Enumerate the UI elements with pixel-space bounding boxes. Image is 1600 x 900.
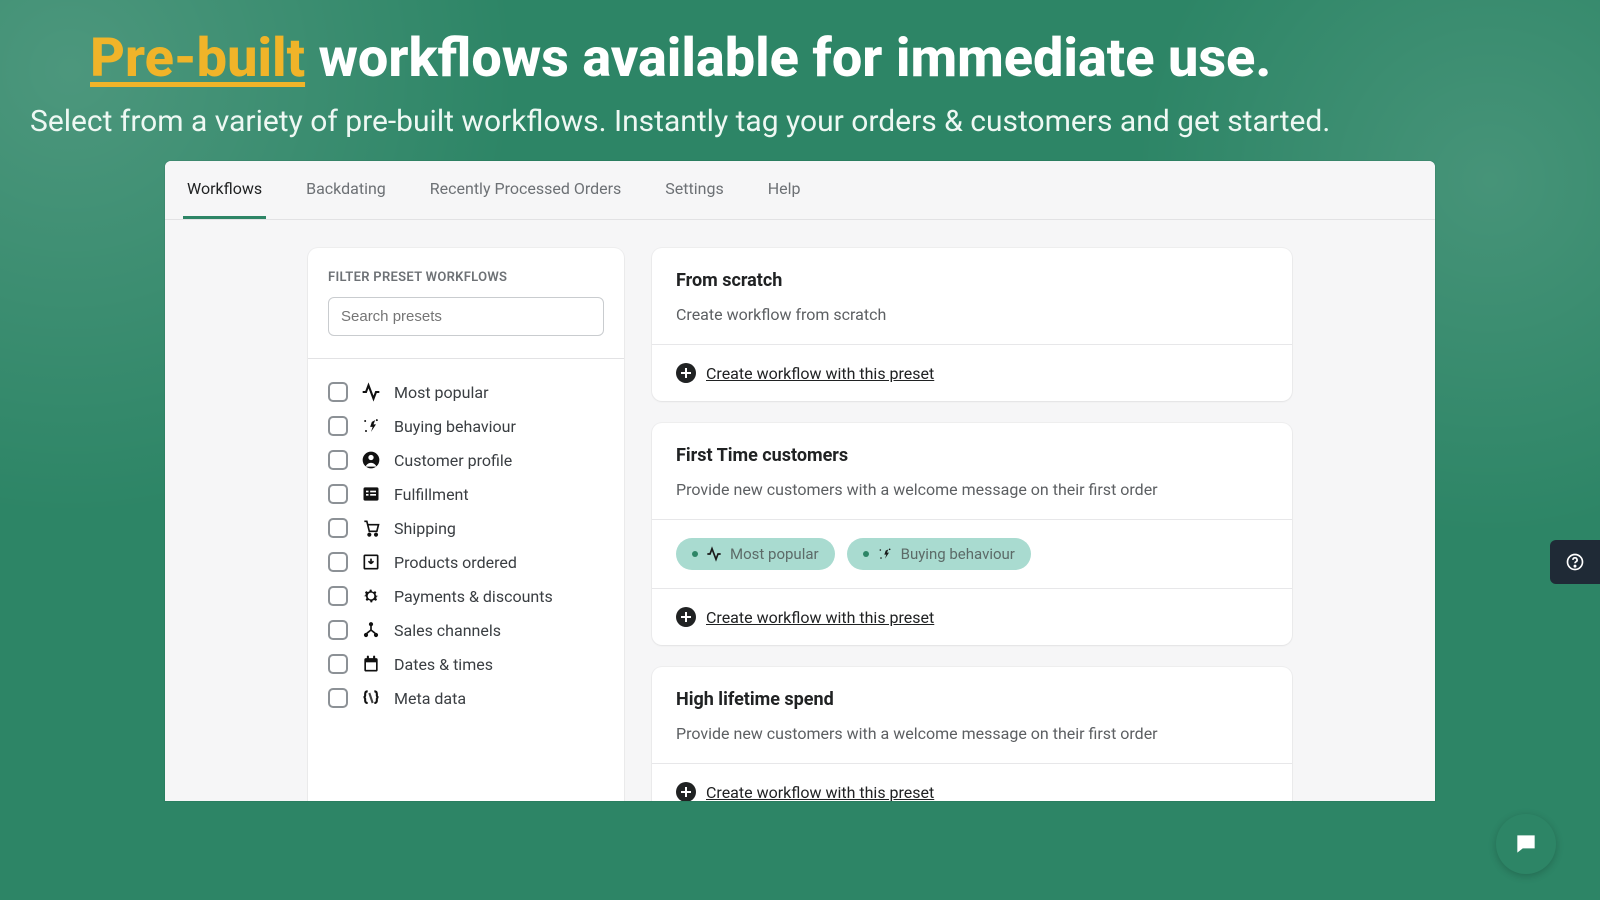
tag-row: Most popular Buying behaviour [652, 520, 1292, 588]
tab-settings[interactable]: Settings [661, 161, 727, 219]
preset-card: First Time customers Provide new customer… [652, 423, 1292, 645]
checkbox[interactable] [328, 416, 348, 436]
filter-label: Shipping [394, 519, 456, 538]
card-description: Provide new customers with a welcome mes… [676, 724, 1268, 743]
filter-fulfillment[interactable]: Fulfillment [328, 483, 604, 505]
braces-icon [360, 687, 382, 709]
filter-label: Dates & times [394, 655, 493, 674]
tag-chip: Buying behaviour [847, 538, 1031, 570]
plus-icon [676, 782, 696, 801]
checkbox[interactable] [328, 382, 348, 402]
filter-label: Most popular [394, 383, 488, 402]
card-action-row: Create workflow with this preset [652, 589, 1292, 645]
card-description: Provide new customers with a welcome mes… [676, 480, 1268, 499]
filter-shipping[interactable]: Shipping [328, 517, 604, 539]
filter-label: Fulfillment [394, 485, 469, 504]
create-preset-link[interactable]: Create workflow with this preset [706, 364, 934, 383]
hero-title-rest: workflows available for immediate use. [305, 27, 1271, 90]
create-preset-link[interactable]: Create workflow with this preset [706, 608, 934, 627]
preset-card: High lifetime spend Provide new customers… [652, 667, 1292, 801]
filter-list: Most popular Buying behaviour Customer pro… [328, 381, 604, 709]
card-description: Create workflow from scratch [676, 305, 1268, 324]
app-window: Workflows Backdating Recently Processed Or… [165, 161, 1435, 801]
checkbox[interactable] [328, 654, 348, 674]
tab-workflows[interactable]: Workflows [183, 161, 266, 219]
divider [308, 358, 624, 359]
chat-button[interactable] [1496, 814, 1556, 874]
filter-label: Payments & discounts [394, 587, 553, 606]
filter-meta-data[interactable]: Meta data [328, 687, 604, 709]
cart-icon [360, 517, 382, 539]
checkbox[interactable] [328, 586, 348, 606]
filter-label: Buying behaviour [394, 417, 516, 436]
hero-subtitle: Select from a variety of pre-built workf… [30, 104, 1510, 139]
hero-section: Pre-built workflows available for immedi… [0, 0, 1600, 149]
spark-icon [360, 415, 382, 437]
filter-label: Sales channels [394, 621, 501, 640]
card-title: First Time customers [676, 445, 1268, 466]
card-title: High lifetime spend [676, 689, 1268, 710]
person-icon [360, 449, 382, 471]
filter-payments-discounts[interactable]: Payments & discounts [328, 585, 604, 607]
help-sidebar-toggle[interactable] [1550, 540, 1600, 584]
dot-icon [692, 551, 698, 557]
search-input[interactable] [328, 297, 604, 336]
content-area: FILTER PRESET WORKFLOWS Most popular Buyi… [165, 220, 1435, 801]
tag-label: Most popular [730, 545, 819, 563]
tag-chip: Most popular [676, 538, 835, 570]
card-action-row: Create workflow with this preset [652, 764, 1292, 801]
filter-customer-profile[interactable]: Customer profile [328, 449, 604, 471]
hero-title: Pre-built workflows available for immedi… [90, 28, 1510, 90]
filter-buying-behaviour[interactable]: Buying behaviour [328, 415, 604, 437]
activity-icon [706, 546, 722, 562]
tab-bar: Workflows Backdating Recently Processed Or… [165, 161, 1435, 220]
spark-icon [877, 546, 893, 562]
preset-card: From scratch Create workflow from scratch… [652, 248, 1292, 401]
filter-label: Meta data [394, 689, 466, 708]
checkbox[interactable] [328, 620, 348, 640]
checkbox[interactable] [328, 484, 348, 504]
filter-sidebar: FILTER PRESET WORKFLOWS Most popular Buyi… [308, 248, 624, 801]
checkbox[interactable] [328, 688, 348, 708]
plus-icon [676, 363, 696, 383]
filter-label: Customer profile [394, 451, 512, 470]
activity-icon [360, 381, 382, 403]
hero-accent: Pre-built [90, 27, 305, 90]
tab-help[interactable]: Help [764, 161, 805, 219]
sidebar-title: FILTER PRESET WORKFLOWS [328, 270, 604, 285]
filter-products-ordered[interactable]: Products ordered [328, 551, 604, 573]
filter-sales-channels[interactable]: Sales channels [328, 619, 604, 641]
tab-backdating[interactable]: Backdating [302, 161, 390, 219]
plus-icon [676, 607, 696, 627]
checkbox[interactable] [328, 450, 348, 470]
checkbox[interactable] [328, 552, 348, 572]
calendar-icon [360, 653, 382, 675]
tab-recently-processed-orders[interactable]: Recently Processed Orders [426, 161, 626, 219]
filter-label: Products ordered [394, 553, 517, 572]
tag-label: Buying behaviour [901, 545, 1015, 563]
cards-column: From scratch Create workflow from scratch… [652, 248, 1292, 801]
nodes-icon [360, 619, 382, 641]
checkbox[interactable] [328, 518, 348, 538]
list-icon [360, 483, 382, 505]
filter-most-popular[interactable]: Most popular [328, 381, 604, 403]
filter-dates-times[interactable]: Dates & times [328, 653, 604, 675]
gear-icon [360, 585, 382, 607]
card-action-row: Create workflow with this preset [652, 345, 1292, 401]
card-title: From scratch [676, 270, 1268, 291]
dot-icon [863, 551, 869, 557]
create-preset-link[interactable]: Create workflow with this preset [706, 783, 934, 802]
box-down-icon [360, 551, 382, 573]
